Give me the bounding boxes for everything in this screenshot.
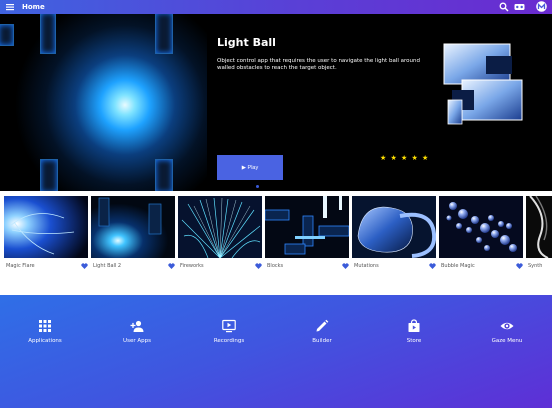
play-button[interactable]: ▶ Play bbox=[217, 155, 283, 180]
favorite-heart-icon[interactable] bbox=[168, 263, 175, 269]
bottom-navigation: Applications User Apps Recordings Builde… bbox=[0, 295, 552, 408]
store-bag-icon bbox=[408, 319, 420, 332]
rating-stars: ★ ★ ★ ★ ★ bbox=[380, 154, 430, 162]
nav-applications[interactable]: Applications bbox=[10, 319, 80, 359]
synth-thumbnail bbox=[526, 196, 552, 258]
nav-label: Store bbox=[406, 338, 422, 344]
menu-icon[interactable] bbox=[5, 2, 15, 12]
account-icon[interactable] bbox=[535, 1, 548, 12]
magic-flare-thumbnail bbox=[4, 196, 88, 258]
favorite-heart-icon[interactable] bbox=[81, 263, 88, 269]
pencil-icon bbox=[316, 319, 329, 332]
fireworks-thumbnail bbox=[178, 196, 262, 258]
nav-label: Builder bbox=[312, 338, 332, 344]
nav-recordings[interactable]: Recordings bbox=[194, 319, 264, 359]
nav-user-apps[interactable]: User Apps bbox=[102, 319, 172, 359]
app-card-blocks[interactable]: Blocks bbox=[265, 196, 349, 278]
eye-icon bbox=[500, 322, 514, 330]
blocks-thumbnail bbox=[265, 196, 349, 258]
app-card-label: Bubble Magic bbox=[441, 263, 475, 269]
search-icon[interactable] bbox=[499, 2, 509, 12]
app-card-synth[interactable]: Synth bbox=[526, 196, 552, 278]
nav-label: Applications bbox=[28, 338, 62, 344]
nav-label: User Apps bbox=[123, 338, 151, 344]
app-card-label: Mutations bbox=[354, 263, 379, 269]
app-card-bubble-magic[interactable]: Bubble Magic bbox=[439, 196, 523, 278]
favorite-heart-icon[interactable] bbox=[516, 263, 523, 269]
top-app-bar: Home bbox=[0, 0, 552, 14]
app-card-magic-flare[interactable]: Magic Flare bbox=[4, 196, 88, 278]
vr-headset-icon[interactable] bbox=[514, 2, 525, 12]
nav-label: Gaze Menu bbox=[491, 338, 523, 344]
carousel-page-indicator[interactable] bbox=[256, 185, 259, 188]
app-carousel: Magic Flare Light Ball 2 Fireworks Block… bbox=[0, 196, 552, 278]
featured-app-hero: Light Ball Object control app that requi… bbox=[0, 14, 552, 191]
app-card-label: Light Ball 2 bbox=[93, 263, 122, 269]
nav-gaze-menu[interactable]: Gaze Menu bbox=[472, 319, 542, 359]
featured-app-title: Light Ball bbox=[217, 36, 276, 49]
light-ball-2-thumbnail bbox=[91, 196, 175, 258]
app-card-label: Synth bbox=[528, 263, 543, 269]
app-card-label: Magic Flare bbox=[6, 263, 35, 269]
app-card-label: Blocks bbox=[267, 263, 284, 269]
nav-builder[interactable]: Builder bbox=[287, 319, 357, 359]
add-user-icon bbox=[130, 320, 144, 332]
app-card-mutations[interactable]: Mutations bbox=[352, 196, 436, 278]
nav-store[interactable]: Store bbox=[379, 319, 449, 359]
app-card-light-ball-2[interactable]: Light Ball 2 bbox=[91, 196, 175, 278]
nav-label: Recordings bbox=[213, 338, 245, 344]
bubble-magic-thumbnail bbox=[439, 196, 523, 258]
page-title: Home bbox=[22, 3, 45, 11]
app-card-fireworks[interactable]: Fireworks bbox=[178, 196, 262, 278]
favorite-heart-icon[interactable] bbox=[429, 263, 436, 269]
app-card-label: Fireworks bbox=[180, 263, 204, 269]
featured-app-description: Object control app that requires the use… bbox=[217, 58, 420, 71]
featured-app-artwork bbox=[0, 14, 207, 191]
mutations-thumbnail bbox=[352, 196, 436, 258]
favorite-heart-icon[interactable] bbox=[342, 263, 349, 269]
favorite-heart-icon[interactable] bbox=[255, 263, 262, 269]
blocks-thumbnail-image bbox=[442, 40, 524, 126]
play-screen-icon bbox=[222, 319, 236, 333]
grid-icon bbox=[39, 320, 51, 332]
